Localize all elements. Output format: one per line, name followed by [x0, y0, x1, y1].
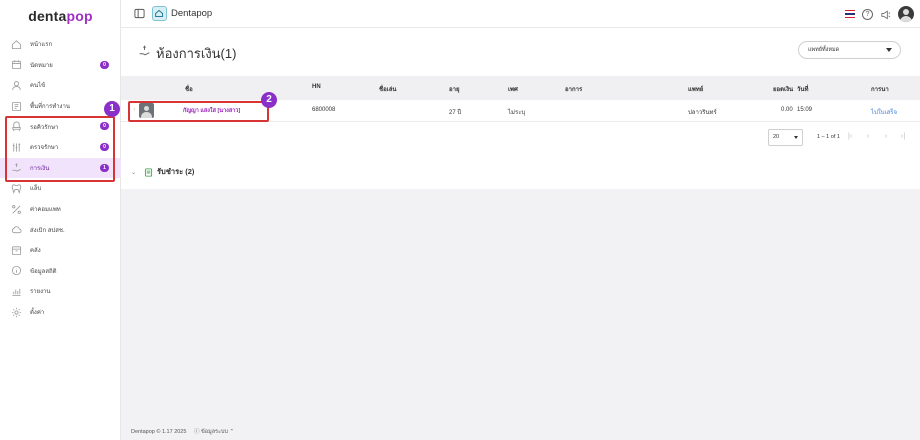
sidebar-item-label: ตั้งค่า	[30, 310, 45, 317]
cell-amount: 0.00	[781, 107, 793, 113]
table-header: ชื่อ HN ชื่อเล่น อายุ เพศ อาการ แพทย์ ยอ…	[121, 76, 920, 100]
doctor-filter-select[interactable]: แพทย์ทั้งหมด	[798, 41, 901, 59]
home-icon	[11, 39, 22, 50]
info-icon	[11, 265, 22, 276]
sidebar-item-label: ข้อมูลสถิติ	[30, 268, 57, 275]
chart-icon	[11, 286, 22, 297]
rows-per-page-select[interactable]: 20	[768, 129, 803, 146]
annotation-marker-1: 1	[104, 101, 120, 117]
column-header-age[interactable]: อายุ	[449, 84, 460, 94]
sidebar-item-label: คลัง	[30, 248, 41, 255]
chevron-down-icon	[794, 136, 798, 139]
percent-icon	[11, 204, 22, 215]
column-header-date[interactable]: วันที่	[797, 84, 808, 94]
cloud-icon	[11, 224, 22, 235]
receipt-link[interactable]: ไปใบเสร็จ	[871, 107, 897, 117]
column-header-name[interactable]: ชื่อ	[185, 84, 193, 94]
annotation-marker-2: 2	[261, 92, 277, 108]
sidebar-item-settings[interactable]: ตั้งค่า	[0, 302, 121, 323]
sidebar-item-commission[interactable]: ค่าคอมแพท	[0, 199, 121, 220]
column-header-symptom[interactable]: อาการ	[565, 84, 582, 94]
sidebar-item-reports[interactable]: รายงาน	[0, 281, 121, 302]
footer: Dentapop © 1.17 2025 ⓘ ข้อมูลระบบ ⌃	[131, 427, 234, 436]
cell-sex: ไม่ระบุ	[508, 110, 526, 116]
chevron-down-icon	[886, 48, 892, 52]
rows-per-page-value: 20	[773, 134, 780, 140]
column-header-nickname[interactable]: ชื่อเล่น	[379, 84, 397, 94]
user-icon	[11, 80, 22, 91]
sidebar-item-workspace[interactable]: พื้นที่การทำงาน	[0, 96, 121, 117]
next-page-icon[interactable]: ›	[885, 133, 887, 140]
sidebar: dentapop หน้าแรก นัดหมาย 0 คนไข้ พื้นที่…	[0, 0, 121, 440]
app-logo[interactable]: dentapop	[0, 8, 121, 24]
annotation-box-1	[5, 116, 115, 182]
receipt-icon	[144, 167, 153, 177]
sidebar-item-label: หน้าแรก	[30, 42, 53, 49]
doctor-filter-value: แพทย์ทั้งหมด	[808, 47, 840, 53]
page-title: ห้องการเงิน(1)	[156, 46, 237, 61]
calendar-icon	[11, 59, 22, 70]
sidebar-toggle-icon[interactable]	[134, 8, 145, 19]
cell-age: 27 ปี	[449, 110, 462, 116]
annotation-box-2	[128, 101, 269, 122]
sidebar-item-home[interactable]: หน้าแรก	[0, 34, 121, 55]
column-header-amount[interactable]: ยอดเงิน	[773, 84, 793, 94]
app-home-icon[interactable]	[152, 6, 167, 21]
sidebar-item-label: แล็บ	[30, 186, 42, 193]
main-content: ห้องการเงิน(1) แพทย์ทั้งหมด ชื่อ HN ชื่อ…	[121, 29, 920, 440]
cell-hn: 6800008	[312, 107, 336, 113]
tooth-icon	[11, 183, 22, 194]
column-header-doctor[interactable]: แพทย์	[688, 84, 703, 94]
sidebar-item-patients[interactable]: คนไข้	[0, 75, 121, 96]
sidebar-item-label: รายงาน	[30, 289, 51, 296]
first-page-icon[interactable]: |‹	[848, 133, 852, 140]
app-title: Dentapop	[171, 8, 213, 19]
system-info-link[interactable]: ⓘ ข้อมูลระบบ ⌃	[194, 429, 234, 435]
count-badge: 0	[100, 60, 109, 69]
help-icon[interactable]: ?	[862, 8, 873, 20]
table-pagination: 20 1 – 1 of 1 |‹ ‹ › ›|	[121, 129, 920, 147]
sidebar-item-label: ส่งเบิก สปสช.	[30, 227, 65, 234]
cell-date: 15:09	[797, 107, 813, 113]
column-header-sex[interactable]: เพศ	[508, 84, 518, 94]
column-header-hn[interactable]: HN	[312, 84, 321, 90]
chevron-down-icon: ⌄	[131, 169, 137, 176]
last-page-icon[interactable]: ›|	[901, 133, 905, 140]
top-bar: Dentapop ?	[121, 0, 920, 28]
sidebar-item-appointments[interactable]: นัดหมาย 0	[0, 55, 121, 76]
sidebar-item-statistics[interactable]: ข้อมูลสถิติ	[0, 261, 121, 282]
hand-money-icon	[138, 44, 151, 57]
language-flag-icon[interactable]	[845, 10, 855, 18]
paid-section-label: รับชำระ (2)	[157, 167, 195, 176]
sidebar-item-label: นัดหมาย	[30, 62, 53, 69]
gear-icon	[11, 307, 22, 318]
paid-section-toggle[interactable]: ⌄ รับชำระ (2)	[131, 166, 194, 178]
user-avatar[interactable]	[898, 6, 914, 22]
top-bar-actions: ?	[845, 6, 914, 22]
box-icon	[11, 245, 22, 256]
sidebar-item-label: ค่าคอมแพท	[30, 207, 61, 214]
pagination-range: 1 – 1 of 1	[817, 134, 840, 140]
cell-doctor: ปลาวรินทร์	[688, 110, 717, 116]
sidebar-item-label: พื้นที่การทำงาน	[30, 104, 70, 111]
column-header-action[interactable]: การนา	[871, 84, 889, 94]
workspace-icon	[11, 101, 22, 112]
sidebar-item-nhso-claim[interactable]: ส่งเบิก สปสช.	[0, 219, 121, 240]
sidebar-item-label: คนไข้	[30, 83, 46, 90]
announcement-icon[interactable]	[880, 9, 891, 20]
prev-page-icon[interactable]: ‹	[867, 133, 869, 140]
sidebar-item-inventory[interactable]: คลัง	[0, 240, 121, 261]
footer-copyright: Dentapop © 1.17 2025	[131, 429, 187, 435]
